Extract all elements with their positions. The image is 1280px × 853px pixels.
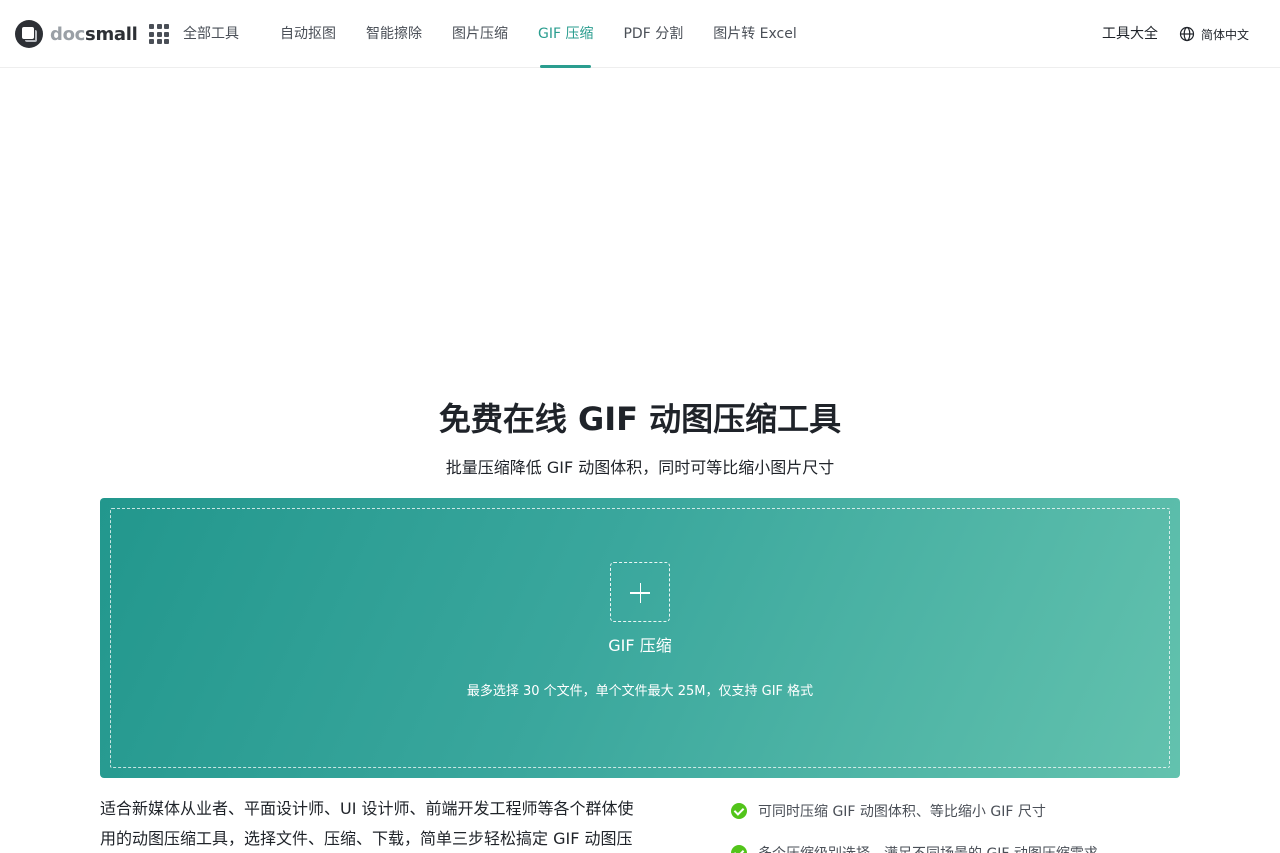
main-nav: 自动抠图 智能擦除 图片压缩 GIF 压缩 PDF 分割 图片转 Excel	[265, 0, 812, 68]
upload-hint: 最多选择 30 个文件，单个文件最大 25M，仅支持 GIF 格式	[466, 684, 814, 699]
list-item: 可同时压缩 GIF 动图体积、等比缩小 GIF 尺寸	[731, 800, 1251, 822]
check-circle-icon	[731, 845, 747, 853]
nav-item-image-to-excel[interactable]: 图片转 Excel	[698, 0, 812, 68]
language-selector[interactable]: 简体中文	[1179, 24, 1249, 44]
nav-item-gif-compress[interactable]: GIF 压缩	[523, 0, 608, 68]
logo-icon	[15, 20, 43, 48]
logo-text: docsmall	[50, 24, 138, 45]
feature-text: 多个压缩级别选择，满足不同场景的 GIF 动图压缩需求	[758, 843, 1098, 853]
grid-icon[interactable]	[149, 24, 169, 44]
check-circle-icon	[731, 803, 747, 819]
plus-icon[interactable]	[610, 562, 670, 622]
top-navbar: docsmall 全部工具 自动抠图 智能擦除 图片压缩 GIF 压缩 PDF …	[0, 0, 1280, 68]
nav-item-smart-erase[interactable]: 智能擦除	[351, 0, 437, 68]
tool-description: 适合新媒体从业者、平面设计师、UI 设计师、前端开发工程师等各个群体使用的动图压…	[100, 799, 634, 848]
globe-icon	[1179, 26, 1195, 42]
upload-dropzone[interactable]: GIF 压缩 最多选择 30 个文件，单个文件最大 25M，仅支持 GIF 格式	[100, 498, 1180, 778]
page-title: 免费在线 GIF 动图压缩工具	[438, 400, 842, 438]
feature-text: 可同时压缩 GIF 动图体积、等比缩小 GIF 尺寸	[758, 804, 1046, 820]
logo[interactable]: docsmall	[15, 20, 138, 48]
nav-item-pdf-split[interactable]: PDF 分割	[608, 0, 698, 68]
upload-label: GIF 压缩	[608, 636, 672, 655]
logo-text-part2: small	[85, 23, 138, 45]
all-tools-link[interactable]: 全部工具	[183, 24, 239, 44]
language-label: 简体中文	[1201, 27, 1250, 42]
nav-item-image-compress[interactable]: 图片压缩	[437, 0, 523, 68]
tools-all-link[interactable]: 工具大全	[1102, 24, 1158, 44]
feature-list: 可同时压缩 GIF 动图体积、等比缩小 GIF 尺寸 多个压缩级别选择，满足不同…	[731, 800, 1251, 853]
page-subtitle: 批量压缩降低 GIF 动图体积，同时可等比缩小图片尺寸	[445, 458, 835, 477]
logo-text-part1: doc	[50, 23, 86, 45]
list-item: 多个压缩级别选择，满足不同场景的 GIF 动图压缩需求	[731, 842, 1251, 853]
nav-item-auto-cutout[interactable]: 自动抠图	[265, 0, 351, 68]
